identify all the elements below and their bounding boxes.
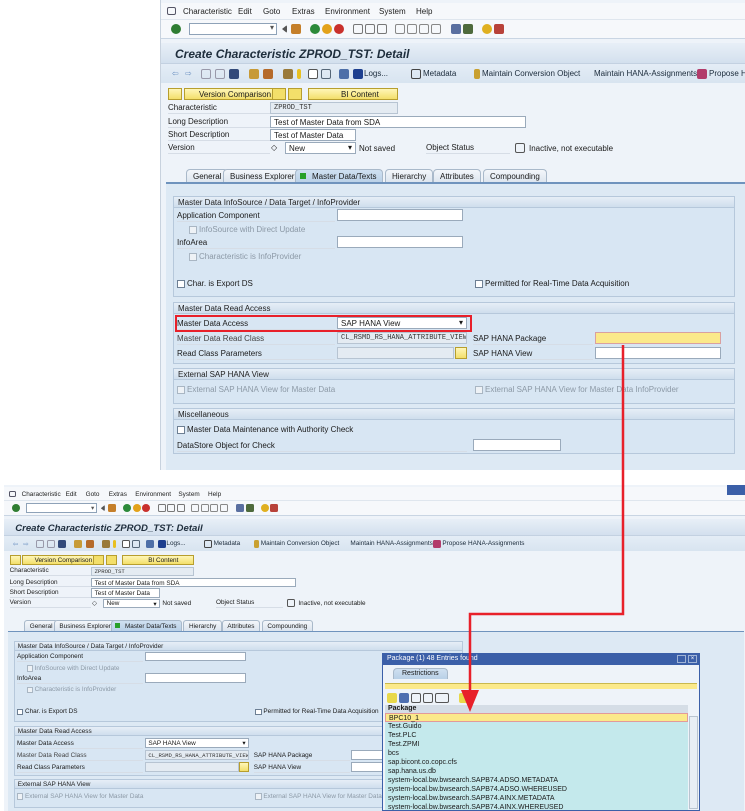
arrow-line: [468, 345, 625, 692]
arrow-head: [461, 690, 479, 712]
red-arrow-annotation: [461, 345, 625, 712]
